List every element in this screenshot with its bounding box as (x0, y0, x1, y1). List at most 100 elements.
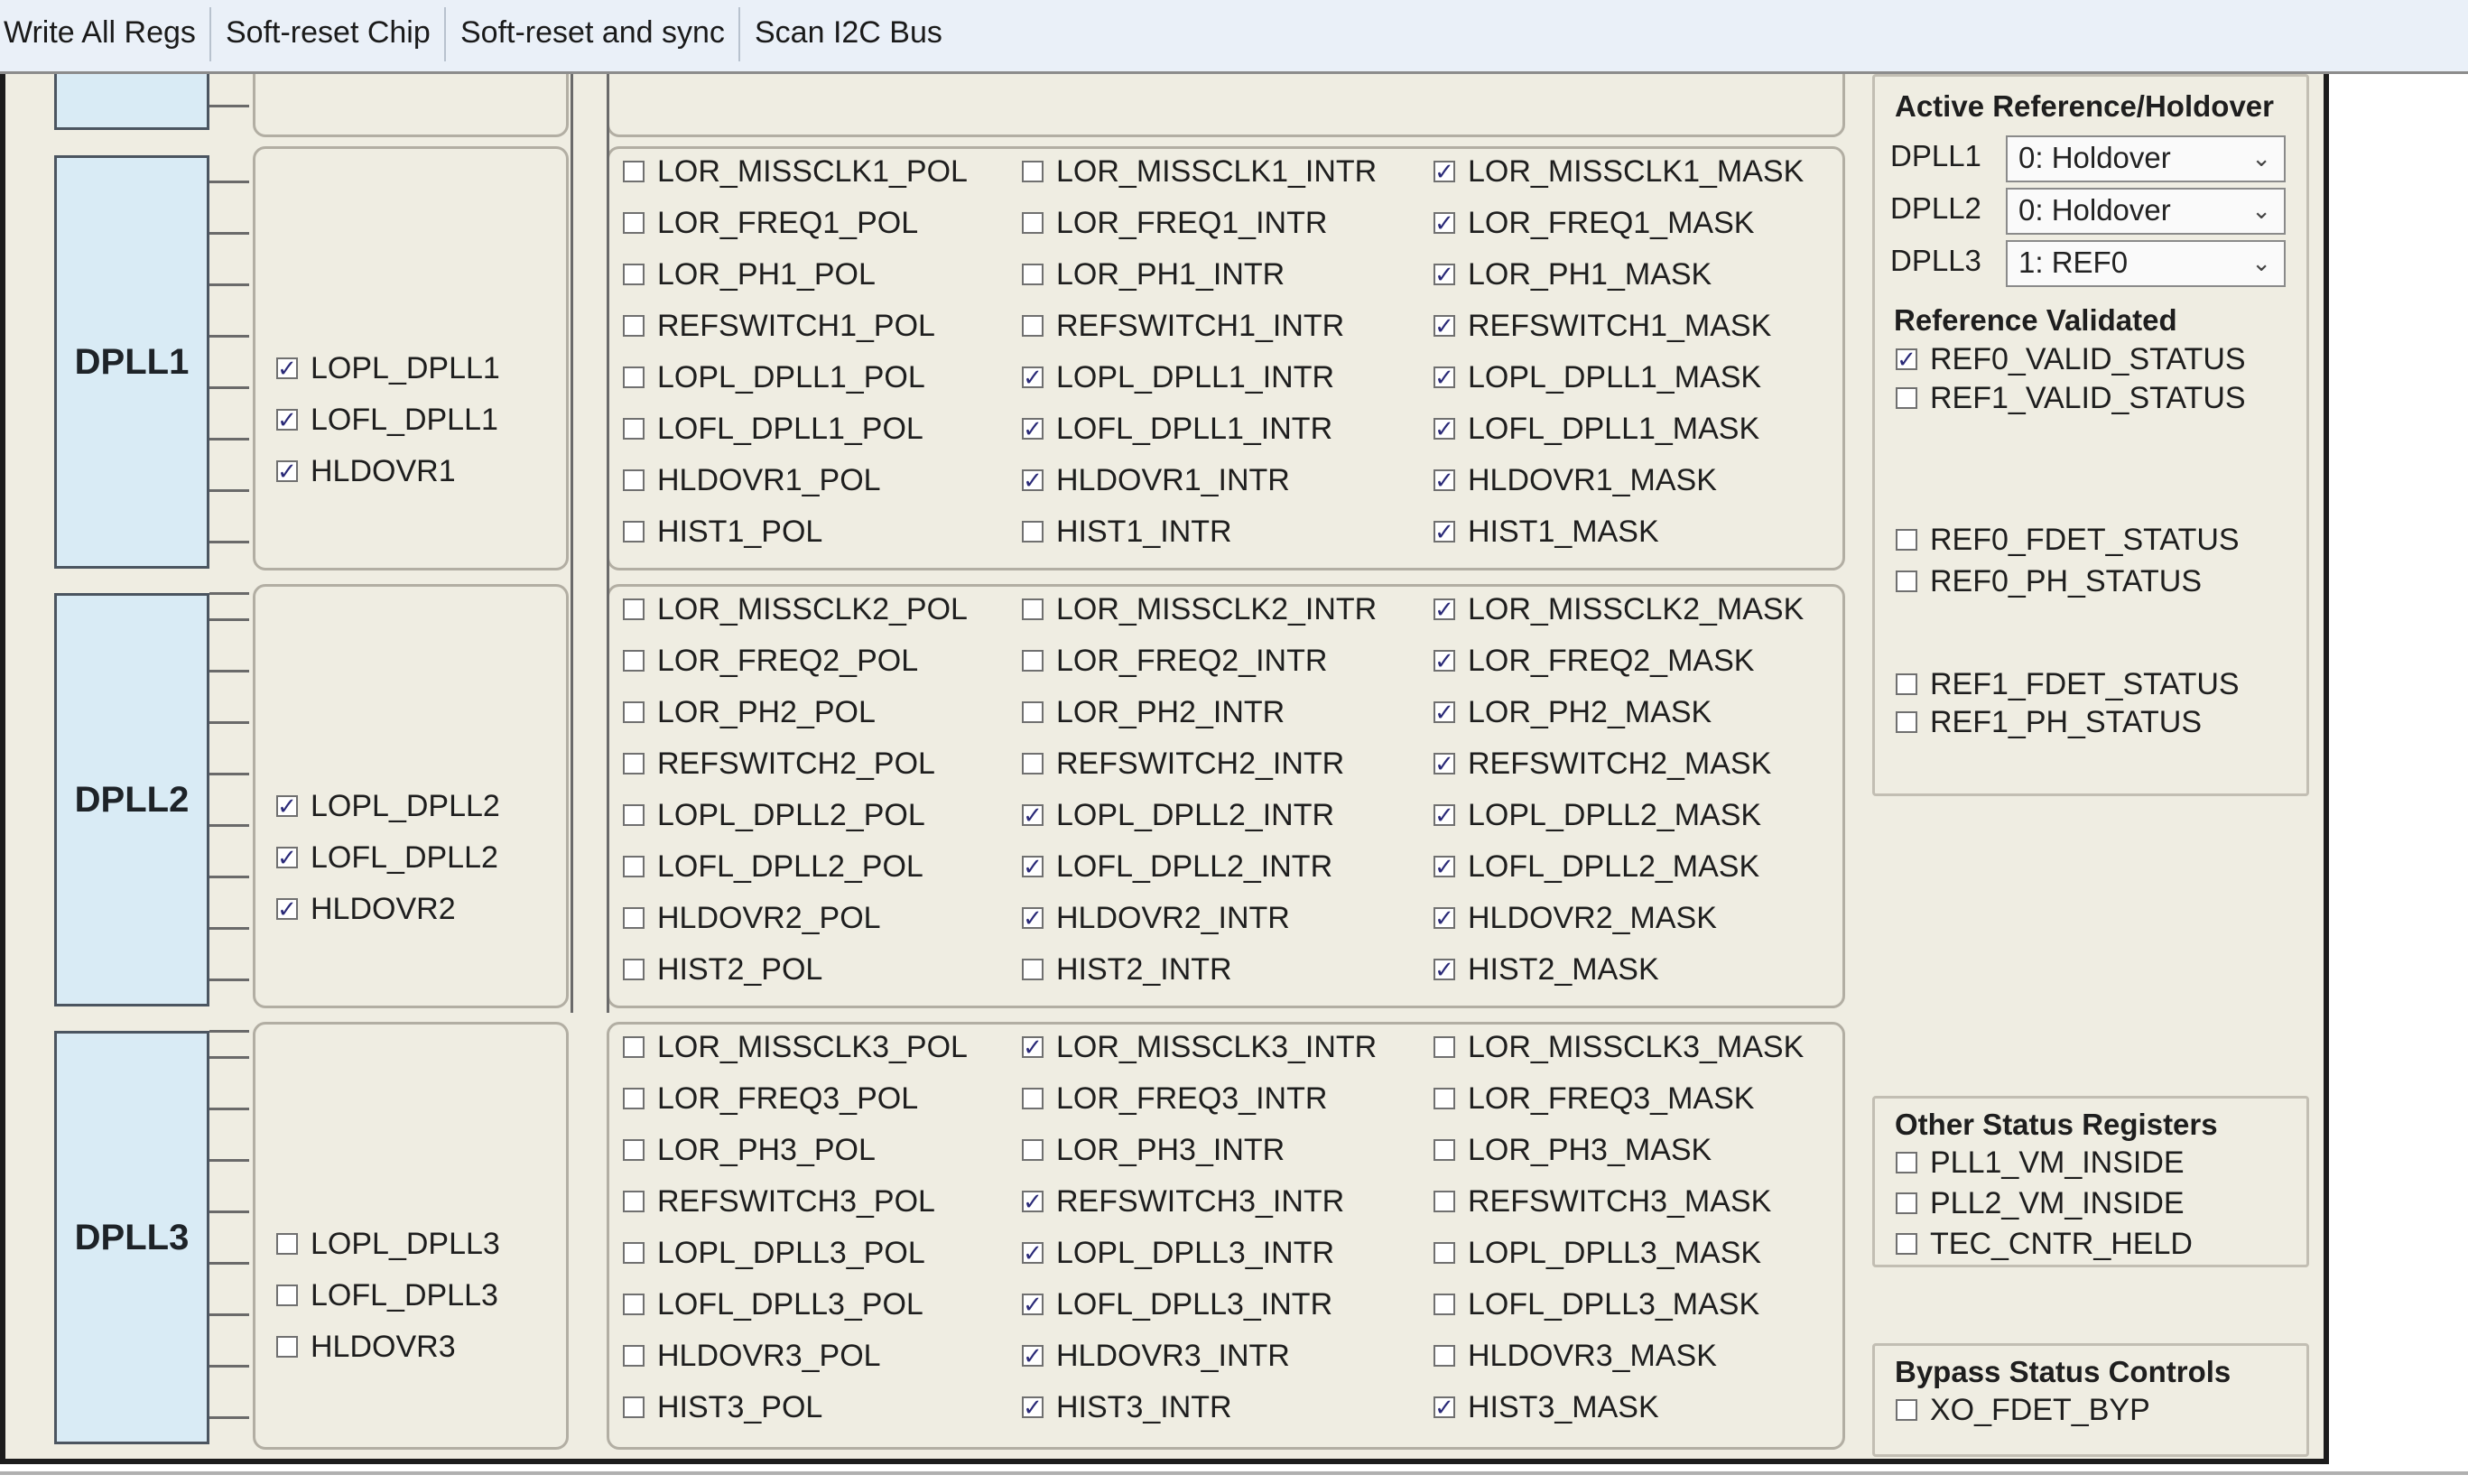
checkbox-icon[interactable] (1896, 570, 1917, 592)
dpll1-pol-checkbox[interactable]: LOPL_DPLL1_POL (623, 359, 925, 395)
dpll3-mask-checkbox[interactable]: LOR_FREQ3_MASK (1433, 1081, 1754, 1117)
active-ref-dpll3-select[interactable]: 1: REF0 ⌄ (2006, 240, 2286, 287)
soft-reset-and-sync-button[interactable]: Soft-reset and sync (457, 0, 728, 70)
active-ref-dpll2-select[interactable]: 0: Holdover ⌄ (2006, 188, 2286, 235)
reference-validated-checkbox[interactable]: REF0_VALID_STATUS (1896, 341, 2246, 377)
dpll1-pol-checkbox[interactable]: LOR_FREQ1_POL (623, 205, 918, 241)
checkbox-icon[interactable] (623, 1036, 645, 1058)
dpll3-intr-checkbox[interactable]: LOR_FREQ3_INTR (1022, 1081, 1327, 1117)
checkbox-icon[interactable] (623, 1088, 645, 1109)
dpll2-pol-checkbox[interactable]: LOR_MISSCLK2_POL (623, 591, 968, 627)
dpll1-mask-checkbox[interactable]: LOPL_DPLL1_MASK (1433, 359, 1761, 395)
checkbox-checked-icon[interactable] (1022, 1036, 1044, 1058)
checkbox-icon[interactable] (1433, 1088, 1455, 1109)
checkbox-icon[interactable] (623, 469, 645, 491)
checkbox-checked-icon[interactable] (1022, 804, 1044, 826)
checkbox-icon[interactable] (1022, 212, 1044, 234)
checkbox-checked-icon[interactable] (1433, 856, 1455, 877)
checkbox-checked-icon[interactable] (1022, 1191, 1044, 1212)
checkbox-checked-icon[interactable] (1433, 598, 1455, 620)
checkbox-icon[interactable] (1022, 959, 1044, 980)
checkbox-checked-icon[interactable] (276, 795, 298, 817)
dpll3-pol-checkbox[interactable]: HLDOVR3_POL (623, 1338, 881, 1374)
checkbox-checked-icon[interactable] (1022, 1294, 1044, 1315)
ref1-status-checkbox[interactable]: REF1_FDET_STATUS (1896, 666, 2240, 702)
dpll2-mask-checkbox[interactable]: REFSWITCH2_MASK (1433, 746, 1771, 782)
checkbox-icon[interactable] (276, 1233, 298, 1255)
dpll1-mask-checkbox[interactable]: REFSWITCH1_MASK (1433, 308, 1771, 344)
ref0-status-checkbox[interactable]: REF0_FDET_STATUS (1896, 522, 2240, 558)
dpll2-pol-checkbox[interactable]: LOR_FREQ2_POL (623, 643, 918, 679)
checkbox-checked-icon[interactable] (1022, 469, 1044, 491)
checkbox-icon[interactable] (623, 1345, 645, 1367)
dpll3-pol-checkbox[interactable]: LOR_MISSCLK3_POL (623, 1029, 968, 1065)
checkbox-checked-icon[interactable] (276, 460, 298, 482)
checkbox-checked-icon[interactable] (1022, 366, 1044, 388)
checkbox-checked-icon[interactable] (1433, 1396, 1455, 1418)
dpll3-intr-checkbox[interactable]: REFSWITCH3_INTR (1022, 1183, 1344, 1220)
dpll1-mask-checkbox[interactable]: LOR_FREQ1_MASK (1433, 205, 1754, 241)
ref1-status-checkbox[interactable]: REF1_PH_STATUS (1896, 704, 2202, 740)
dpll3-mask-checkbox[interactable]: LOR_PH3_MASK (1433, 1132, 1712, 1168)
checkbox-checked-icon[interactable] (1433, 264, 1455, 285)
checkbox-checked-icon[interactable] (276, 409, 298, 431)
checkbox-checked-icon[interactable] (1433, 469, 1455, 491)
checkbox-checked-icon[interactable] (1022, 1242, 1044, 1264)
checkbox-checked-icon[interactable] (1433, 701, 1455, 723)
checkbox-icon[interactable] (623, 959, 645, 980)
reference-validated-checkbox[interactable]: REF1_VALID_STATUS (1896, 380, 2246, 416)
checkbox-icon[interactable] (623, 1294, 645, 1315)
dpll2-intr-checkbox[interactable]: LOPL_DPLL2_INTR (1022, 797, 1334, 833)
checkbox-checked-icon[interactable] (1433, 161, 1455, 182)
dpll2-pol-checkbox[interactable]: LOFL_DPLL2_POL (623, 849, 923, 885)
checkbox-checked-icon[interactable] (1022, 418, 1044, 440)
dpll2-status-checkbox[interactable]: HLDOVR2 (276, 891, 456, 927)
checkbox-checked-icon[interactable] (1022, 1345, 1044, 1367)
dpll3-status-checkbox[interactable]: LOPL_DPLL3 (276, 1226, 500, 1262)
checkbox-icon[interactable] (1022, 753, 1044, 774)
checkbox-icon[interactable] (623, 753, 645, 774)
dpll2-intr-checkbox[interactable]: HIST2_INTR (1022, 951, 1232, 988)
dpll3-status-checkbox[interactable]: HLDOVR3 (276, 1329, 456, 1365)
dpll3-pol-checkbox[interactable]: LOFL_DPLL3_POL (623, 1286, 923, 1322)
checkbox-icon[interactable] (623, 521, 645, 543)
dpll1-status-checkbox[interactable]: HLDOVR1 (276, 453, 456, 489)
dpll2-intr-checkbox[interactable]: LOR_FREQ2_INTR (1022, 643, 1327, 679)
checkbox-icon[interactable] (1433, 1242, 1455, 1264)
checkbox-icon[interactable] (1433, 1345, 1455, 1367)
checkbox-icon[interactable] (623, 1139, 645, 1161)
checkbox-icon[interactable] (1433, 1191, 1455, 1212)
dpll2-mask-checkbox[interactable]: HLDOVR2_MASK (1433, 900, 1717, 936)
dpll2-intr-checkbox[interactable]: HLDOVR2_INTR (1022, 900, 1290, 936)
checkbox-icon[interactable] (1896, 711, 1917, 733)
dpll1-intr-checkbox[interactable]: REFSWITCH1_INTR (1022, 308, 1344, 344)
checkbox-checked-icon[interactable] (276, 357, 298, 379)
checkbox-icon[interactable] (1022, 521, 1044, 543)
dpll3-mask-checkbox[interactable]: LOFL_DPLL3_MASK (1433, 1286, 1759, 1322)
checkbox-icon[interactable] (623, 1396, 645, 1418)
dpll2-mask-checkbox[interactable]: LOR_PH2_MASK (1433, 694, 1712, 730)
dpll2-intr-checkbox[interactable]: LOFL_DPLL2_INTR (1022, 849, 1332, 885)
ref0-status-checkbox[interactable]: REF0_PH_STATUS (1896, 563, 2202, 599)
checkbox-checked-icon[interactable] (1433, 753, 1455, 774)
dpll2-pol-checkbox[interactable]: REFSWITCH2_POL (623, 746, 935, 782)
checkbox-checked-icon[interactable] (1433, 804, 1455, 826)
dpll3-pol-checkbox[interactable]: LOR_PH3_POL (623, 1132, 876, 1168)
dpll1-pol-checkbox[interactable]: HLDOVR1_POL (623, 462, 881, 498)
checkbox-icon[interactable] (623, 264, 645, 285)
dpll3-mask-checkbox[interactable]: REFSWITCH3_MASK (1433, 1183, 1771, 1220)
dpll2-mask-checkbox[interactable]: LOR_FREQ2_MASK (1433, 643, 1754, 679)
dpll1-pol-checkbox[interactable]: REFSWITCH1_POL (623, 308, 935, 344)
checkbox-checked-icon[interactable] (1433, 521, 1455, 543)
dpll1-mask-checkbox[interactable]: LOR_PH1_MASK (1433, 256, 1712, 292)
dpll2-pol-checkbox[interactable]: LOPL_DPLL2_POL (623, 797, 925, 833)
dpll1-mask-checkbox[interactable]: HLDOVR1_MASK (1433, 462, 1717, 498)
dpll3-intr-checkbox[interactable]: LOPL_DPLL3_INTR (1022, 1235, 1334, 1271)
checkbox-checked-icon[interactable] (276, 898, 298, 920)
dpll1-mask-checkbox[interactable]: LOFL_DPLL1_MASK (1433, 411, 1759, 447)
write-all-regs-button[interactable]: Write All Regs (0, 0, 199, 70)
dpll2-mask-checkbox[interactable]: LOFL_DPLL2_MASK (1433, 849, 1759, 885)
checkbox-checked-icon[interactable] (1896, 348, 1917, 370)
checkbox-checked-icon[interactable] (1433, 959, 1455, 980)
dpll3-mask-checkbox[interactable]: HLDOVR3_MASK (1433, 1338, 1717, 1374)
